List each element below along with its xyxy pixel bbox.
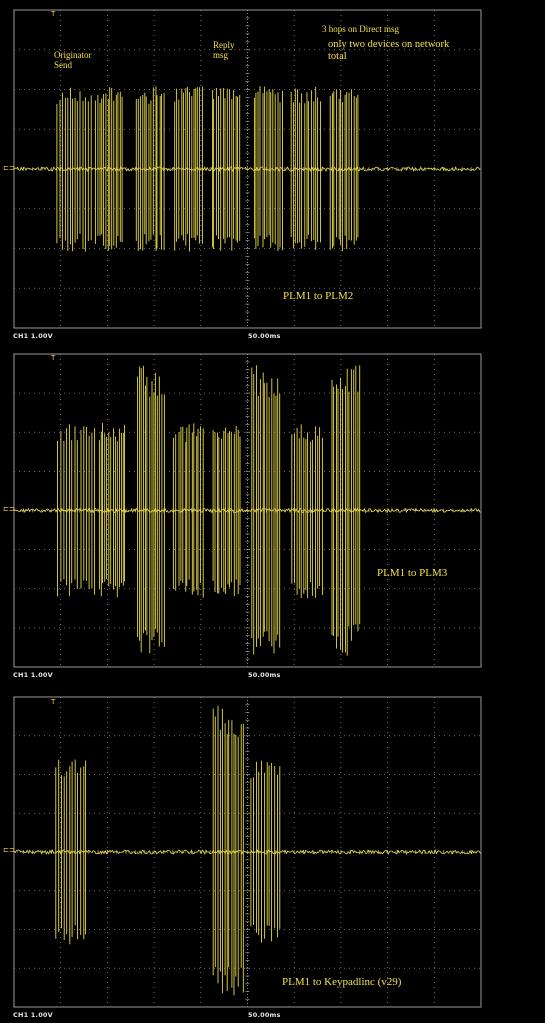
scope-screen-2: T ⊏⊐ PLM1 to PLM3 CH1 1.00V 50.00ms: [0, 345, 545, 690]
timebase: 50.00ms: [248, 1011, 281, 1019]
channel-scale: CH1 1.00V: [13, 671, 53, 679]
annotation-hops: 3 hops on Direct msg: [322, 24, 399, 34]
timebase: 50.00ms: [248, 332, 281, 340]
ground-marker: ⊏⊐: [3, 846, 15, 854]
ground-marker: ⊏⊐: [3, 505, 15, 513]
signal-burst: [331, 365, 361, 656]
channel-scale: CH1 1.00V: [13, 332, 53, 340]
screen-title: PLM1 to Keypadlinc (v29): [282, 976, 402, 988]
signal-burst: [291, 424, 323, 599]
waveform-display-3: [13, 696, 482, 1008]
trigger-marker: T: [51, 10, 56, 18]
timebase: 50.00ms: [248, 671, 281, 679]
waveform-display-2: [13, 353, 482, 668]
annotation-reply: Reply msg: [213, 40, 235, 61]
ground-marker: ⊏⊐: [3, 164, 15, 172]
annotation-originator: Originator Send: [54, 50, 92, 71]
screen-title: PLM1 to PLM2: [283, 290, 354, 302]
scope-screen-3: T ⊏⊐ PLM1 to Keypadlinc (v29) CH1 1.00V …: [0, 690, 545, 1023]
channel-scale: CH1 1.00V: [13, 1011, 53, 1019]
signal-burst: [253, 86, 283, 252]
annotation-network: only two devices on network total: [328, 39, 450, 63]
screen-title: PLM1 to PLM3: [377, 567, 448, 579]
signal-burst: [56, 87, 92, 252]
trigger-marker: T: [51, 698, 56, 706]
trigger-marker: T: [51, 354, 56, 362]
scope-screen-1: T ⊏⊐ Originator Send Reply msg 3 hops on…: [0, 0, 545, 345]
signal-burst: [137, 365, 165, 654]
